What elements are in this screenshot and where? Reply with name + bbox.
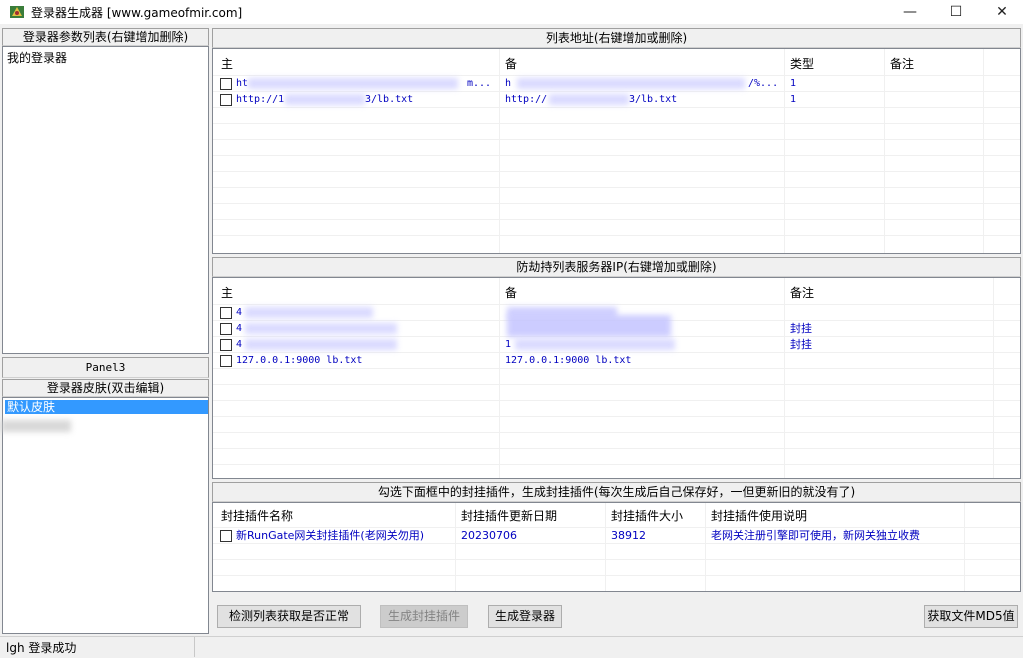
- ip-note: 封挂: [790, 322, 812, 335]
- plugins-grid[interactable]: 封挂插件名称 封挂插件更新日期 封挂插件大小 封挂插件使用说明 新RunGate…: [212, 502, 1021, 592]
- plugin-name: 新RunGate网关封挂插件(老网关勿用): [236, 529, 425, 542]
- col-header-plugin-size[interactable]: 封挂插件大小: [611, 508, 683, 524]
- check-list-button[interactable]: 检测列表获取是否正常: [217, 605, 361, 628]
- row-checkbox[interactable]: [220, 355, 232, 367]
- redacted-text: [248, 78, 458, 89]
- list-address-grid[interactable]: 主 备 类型 备注 ht m... h /%... 1 http://1 3/l…: [212, 48, 1021, 254]
- generate-plugin-button[interactable]: 生成封挂插件: [380, 605, 468, 628]
- col-header-note[interactable]: 备注: [890, 56, 914, 72]
- redacted-text: [285, 94, 365, 105]
- status-text: lgh 登录成功: [6, 641, 77, 655]
- list-type: 1: [790, 78, 797, 89]
- get-md5-button[interactable]: 获取文件MD5值: [924, 605, 1018, 628]
- list-backup-url: http://: [505, 94, 548, 105]
- plugin-desc: 老网关注册引擎即可使用，新网关独立收费: [711, 529, 920, 542]
- status-bar: lgh 登录成功: [0, 636, 1023, 658]
- list-backup-url: h: [505, 78, 512, 89]
- generate-launcher-button[interactable]: 生成登录器: [488, 605, 562, 628]
- redacted-text: [507, 315, 671, 337]
- list-main-url-tail: m...: [467, 78, 492, 89]
- skin-list[interactable]: 默认皮肤: [1, 397, 209, 634]
- col-header-plugin-name[interactable]: 封挂插件名称: [221, 508, 293, 524]
- ip-main: 4: [236, 323, 243, 334]
- list-type: 1: [790, 94, 797, 105]
- col-header-note[interactable]: 备注: [790, 285, 814, 301]
- list-main-url-tail: 3/lb.txt: [365, 94, 414, 105]
- row-checkbox[interactable]: [220, 94, 232, 106]
- row-checkbox[interactable]: [220, 339, 232, 351]
- params-list-header: 登录器参数列表(右键增加删除): [2, 28, 209, 46]
- col-header-main[interactable]: 主: [221, 285, 233, 301]
- anti-hijack-header: 防劫持列表服务器IP(右键增加或删除): [212, 257, 1021, 277]
- window-title: 登录器生成器 [www.gameofmir.com]: [31, 6, 243, 20]
- ip-main: 4: [236, 339, 243, 350]
- list-main-url: http://1: [236, 94, 285, 105]
- maximize-button[interactable]: ☐: [933, 0, 979, 24]
- redacted-text: [245, 307, 373, 318]
- skin-list-header: 登录器皮肤(双击编辑): [2, 379, 209, 397]
- row-checkbox[interactable]: [220, 78, 232, 90]
- params-list-item[interactable]: 我的登录器: [7, 49, 67, 66]
- params-list[interactable]: 我的登录器: [2, 46, 209, 354]
- minimize-button[interactable]: —: [887, 0, 933, 24]
- anti-hijack-grid[interactable]: 主 备 备注 4 4 封挂 4 1 封挂 127.0.0.1:9000 lb.t…: [212, 277, 1021, 479]
- skin-list-item-selected[interactable]: 默认皮肤: [5, 400, 208, 414]
- ip-main: 4: [236, 307, 243, 318]
- ip-backup: 1: [505, 339, 512, 350]
- ip-main: 127.0.0.1:9000 lb.txt: [236, 355, 363, 366]
- redacted-text: [245, 339, 397, 350]
- col-header-main[interactable]: 主: [221, 56, 233, 72]
- col-header-backup[interactable]: 备: [505, 56, 517, 72]
- row-checkbox[interactable]: [220, 323, 232, 335]
- plugin-size: 38912: [611, 529, 646, 542]
- list-backup-url-tail: 3/lb.txt: [629, 94, 678, 105]
- col-header-type[interactable]: 类型: [790, 56, 814, 72]
- redacted-text: [515, 339, 675, 350]
- plugins-header: 勾选下面框中的封挂插件，生成封挂插件(每次生成后自己保存好，一但更新旧的就没有了…: [212, 482, 1021, 502]
- app-icon: [10, 6, 24, 18]
- col-header-plugin-date[interactable]: 封挂插件更新日期: [461, 508, 557, 524]
- redacted-item: [1, 420, 71, 432]
- list-backup-url-tail: /%...: [748, 78, 779, 89]
- redacted-text: [549, 94, 629, 105]
- row-checkbox[interactable]: [220, 530, 232, 542]
- redacted-text: [245, 323, 397, 334]
- list-address-header: 列表地址(右键增加或删除): [212, 28, 1021, 48]
- plugin-date: 20230706: [461, 529, 517, 542]
- row-checkbox[interactable]: [220, 307, 232, 319]
- ip-backup: 127.0.0.1:9000 lb.txt: [505, 355, 632, 366]
- list-main-url: ht: [236, 78, 249, 89]
- close-button[interactable]: ✕: [979, 0, 1023, 24]
- col-header-plugin-desc[interactable]: 封挂插件使用说明: [711, 508, 807, 524]
- col-header-backup[interactable]: 备: [505, 285, 517, 301]
- ip-note: 封挂: [790, 338, 812, 351]
- title-bar: 登录器生成器 [www.gameofmir.com] — ☐ ✕: [0, 0, 1023, 24]
- panel3-label: Panel3: [2, 357, 209, 378]
- redacted-text: [517, 78, 745, 89]
